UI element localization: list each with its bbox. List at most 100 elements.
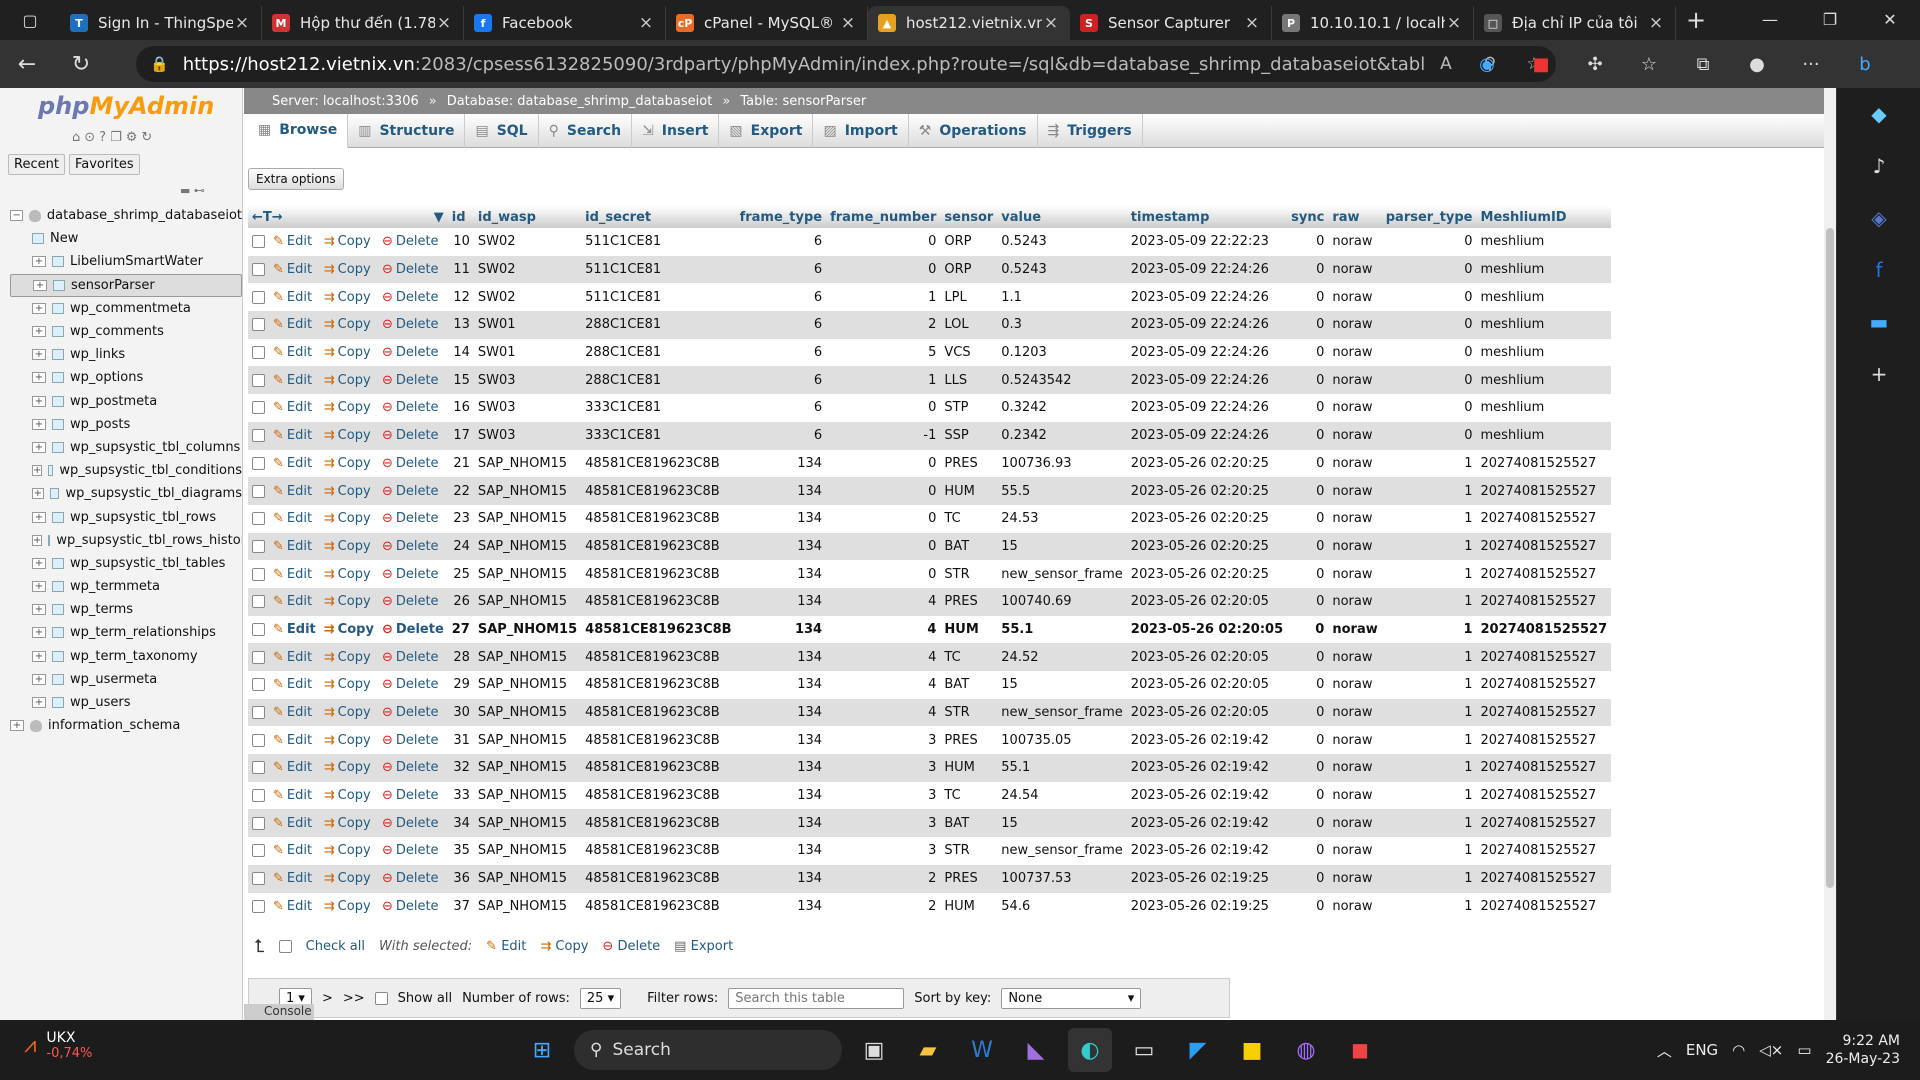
stock-widget[interactable]: ⩘ UKX -0,74% bbox=[24, 1030, 92, 1061]
browser-tab[interactable]: □ Địa chỉ IP của tôi × bbox=[1474, 6, 1676, 40]
tiktok-icon[interactable]: ♪ bbox=[1837, 140, 1920, 192]
row-copy-link[interactable]: ⇉ Copy bbox=[319, 587, 378, 616]
cell-frame_number[interactable]: 0 bbox=[826, 228, 940, 256]
tab-close-icon[interactable]: × bbox=[435, 13, 453, 33]
cell-id_wasp[interactable]: SAP_NHOM15 bbox=[474, 837, 581, 865]
row-delete-link[interactable]: ⊖ Delete bbox=[378, 505, 448, 533]
terminal-icon[interactable]: ▭ bbox=[1122, 1028, 1166, 1072]
cell-timestamp[interactable]: 2023-05-26 02:20:25 bbox=[1127, 450, 1287, 478]
tab-close-icon[interactable]: × bbox=[1042, 13, 1060, 33]
row-delete-link[interactable]: ⊖ Delete bbox=[378, 450, 448, 478]
cell-value[interactable]: 0.5243 bbox=[997, 228, 1127, 256]
row-delete-link[interactable]: ⊖ Delete bbox=[378, 283, 448, 311]
row-checkbox[interactable] bbox=[252, 733, 265, 747]
cell-sensor[interactable]: HUM bbox=[940, 893, 997, 921]
tree-info-schema-name[interactable]: information_schema bbox=[48, 718, 180, 733]
row-delete-link[interactable]: ⊖ Delete bbox=[378, 228, 448, 256]
menu-tab-export[interactable]: ▧ Export bbox=[719, 113, 814, 148]
expand-icon[interactable]: + bbox=[32, 627, 46, 639]
row-checkbox[interactable] bbox=[252, 484, 265, 498]
cell-sensor[interactable]: BAT bbox=[940, 809, 998, 838]
console-toggle[interactable]: Console bbox=[244, 1004, 314, 1020]
cell-id[interactable]: 31 bbox=[448, 726, 474, 754]
cell-id[interactable]: 35 bbox=[448, 837, 474, 865]
expand-icon[interactable]: + bbox=[32, 604, 46, 616]
row-edit-link[interactable]: ✎ Edit bbox=[269, 394, 320, 422]
row-checkbox[interactable] bbox=[252, 456, 265, 470]
menu-tab-import[interactable]: ▨ Import bbox=[813, 113, 909, 148]
cell-parser_type[interactable]: 1 bbox=[1381, 587, 1477, 616]
cell-sensor[interactable]: VCS bbox=[940, 339, 997, 367]
cell-timestamp[interactable]: 2023-05-09 22:24:26 bbox=[1127, 394, 1287, 422]
row-delete-link[interactable]: ⊖ Delete bbox=[377, 643, 448, 671]
cell-frame_type[interactable]: 6 bbox=[735, 421, 827, 450]
cell-sync[interactable]: 0 bbox=[1287, 643, 1329, 671]
home-icon[interactable]: ⌂ bbox=[72, 130, 80, 145]
row-checkbox[interactable] bbox=[252, 512, 265, 526]
cell-id_secret[interactable]: 48581CE819623C8B bbox=[581, 616, 735, 644]
tree-table-item[interactable]: + wp_termmeta bbox=[10, 575, 242, 598]
cell-timestamp[interactable]: 2023-05-26 02:19:25 bbox=[1127, 893, 1287, 921]
cell-value[interactable]: 15 bbox=[997, 532, 1127, 561]
cell-parser_type[interactable]: 1 bbox=[1381, 864, 1477, 893]
cell-timestamp[interactable]: 2023-05-26 02:20:05 bbox=[1126, 587, 1288, 616]
expand-icon[interactable]: + bbox=[32, 302, 46, 314]
tree-table-name[interactable]: wp_usermeta bbox=[70, 672, 157, 687]
taskbar-search[interactable]: ⚲ Search bbox=[574, 1030, 842, 1070]
cell-meshliumid[interactable]: 20274081525527 bbox=[1477, 726, 1612, 754]
cell-frame_number[interactable]: 3 bbox=[826, 754, 941, 782]
cell-frame_type[interactable]: 6 bbox=[736, 339, 827, 367]
cell-timestamp[interactable]: 2023-05-09 22:24:26 bbox=[1127, 339, 1287, 367]
menu-tab-insert[interactable]: ⇲ Insert bbox=[632, 113, 720, 148]
cell-frame_type[interactable]: 134 bbox=[736, 616, 827, 644]
cell-sensor[interactable]: PRES bbox=[940, 587, 998, 616]
row-copy-link[interactable]: ⇉ Copy bbox=[320, 228, 378, 256]
tree-table-item[interactable]: + wp_supsystic_tbl_rows bbox=[10, 505, 242, 528]
visual-studio-icon[interactable]: ◣ bbox=[1014, 1028, 1058, 1072]
expand-icon[interactable]: + bbox=[10, 720, 24, 732]
row-checkbox[interactable] bbox=[252, 622, 265, 636]
tab-close-icon[interactable]: × bbox=[1445, 13, 1463, 33]
cell-id_secret[interactable]: 48581CE819623C8B bbox=[581, 643, 736, 671]
cell-sensor[interactable]: TC bbox=[940, 643, 998, 671]
cell-sensor[interactable]: TC bbox=[940, 782, 997, 810]
row-edit-link[interactable]: ✎ Edit bbox=[269, 505, 320, 533]
row-checkbox[interactable] bbox=[252, 844, 265, 858]
row-edit-link[interactable]: ✎ Edit bbox=[269, 698, 320, 727]
cell-meshliumid[interactable]: 20274081525527 bbox=[1476, 532, 1612, 561]
browser-tab[interactable]: P 10.10.10.1 / localh × bbox=[1272, 6, 1474, 40]
breadcrumb-server[interactable]: Server: localhost:3306 bbox=[272, 94, 419, 109]
cell-frame_number[interactable]: 2 bbox=[826, 893, 940, 921]
row-checkbox[interactable] bbox=[252, 290, 265, 304]
tab-close-icon[interactable]: × bbox=[1243, 13, 1261, 33]
cell-frame_number[interactable]: 0 bbox=[826, 532, 941, 561]
cell-id[interactable]: 16 bbox=[448, 394, 474, 422]
row-copy-link[interactable]: ⇉ Copy bbox=[320, 616, 378, 644]
tree-table-name[interactable]: wp_supsystic_tbl_rows bbox=[70, 510, 216, 525]
row-copy-link[interactable]: ⇉ Copy bbox=[320, 394, 378, 422]
cell-value[interactable]: 24.53 bbox=[997, 505, 1127, 533]
cell-sync[interactable]: 0 bbox=[1287, 671, 1328, 699]
cell-frame_type[interactable]: 6 bbox=[735, 255, 827, 284]
row-copy-link[interactable]: ⇉ Copy bbox=[320, 505, 378, 533]
cell-frame_number[interactable]: 3 bbox=[826, 809, 941, 838]
row-copy-link[interactable]: ⇉ Copy bbox=[319, 532, 378, 561]
row-delete-link[interactable]: ⊖ Delete bbox=[377, 311, 448, 339]
favorites-icon[interactable]: ☆ bbox=[1622, 54, 1676, 75]
cell-sync[interactable]: 0 bbox=[1287, 283, 1328, 311]
tree-table-name[interactable]: wp_users bbox=[70, 695, 131, 710]
logout-icon[interactable]: ⊙ bbox=[84, 130, 95, 145]
cell-id_wasp[interactable]: SAP_NHOM15 bbox=[474, 893, 581, 921]
row-delete-link[interactable]: ⊖ Delete bbox=[377, 421, 448, 450]
row-edit-link[interactable]: ✎ Edit bbox=[269, 809, 320, 838]
cell-frame_type[interactable]: 6 bbox=[735, 366, 827, 395]
cell-frame_type[interactable]: 6 bbox=[736, 394, 827, 422]
cell-value[interactable]: new_sensor_frame bbox=[997, 698, 1127, 727]
row-delete-link[interactable]: ⊖ Delete bbox=[378, 782, 448, 810]
cell-sync[interactable]: 0 bbox=[1287, 339, 1328, 367]
expand-icon[interactable]: + bbox=[32, 395, 46, 407]
cell-id_secret[interactable]: 48581CE819623C8B bbox=[581, 698, 736, 727]
cell-parser_type[interactable]: 0 bbox=[1381, 311, 1477, 339]
cell-id_secret[interactable]: 48581CE819623C8B bbox=[581, 837, 735, 865]
cell-id[interactable]: 22 bbox=[447, 477, 474, 505]
